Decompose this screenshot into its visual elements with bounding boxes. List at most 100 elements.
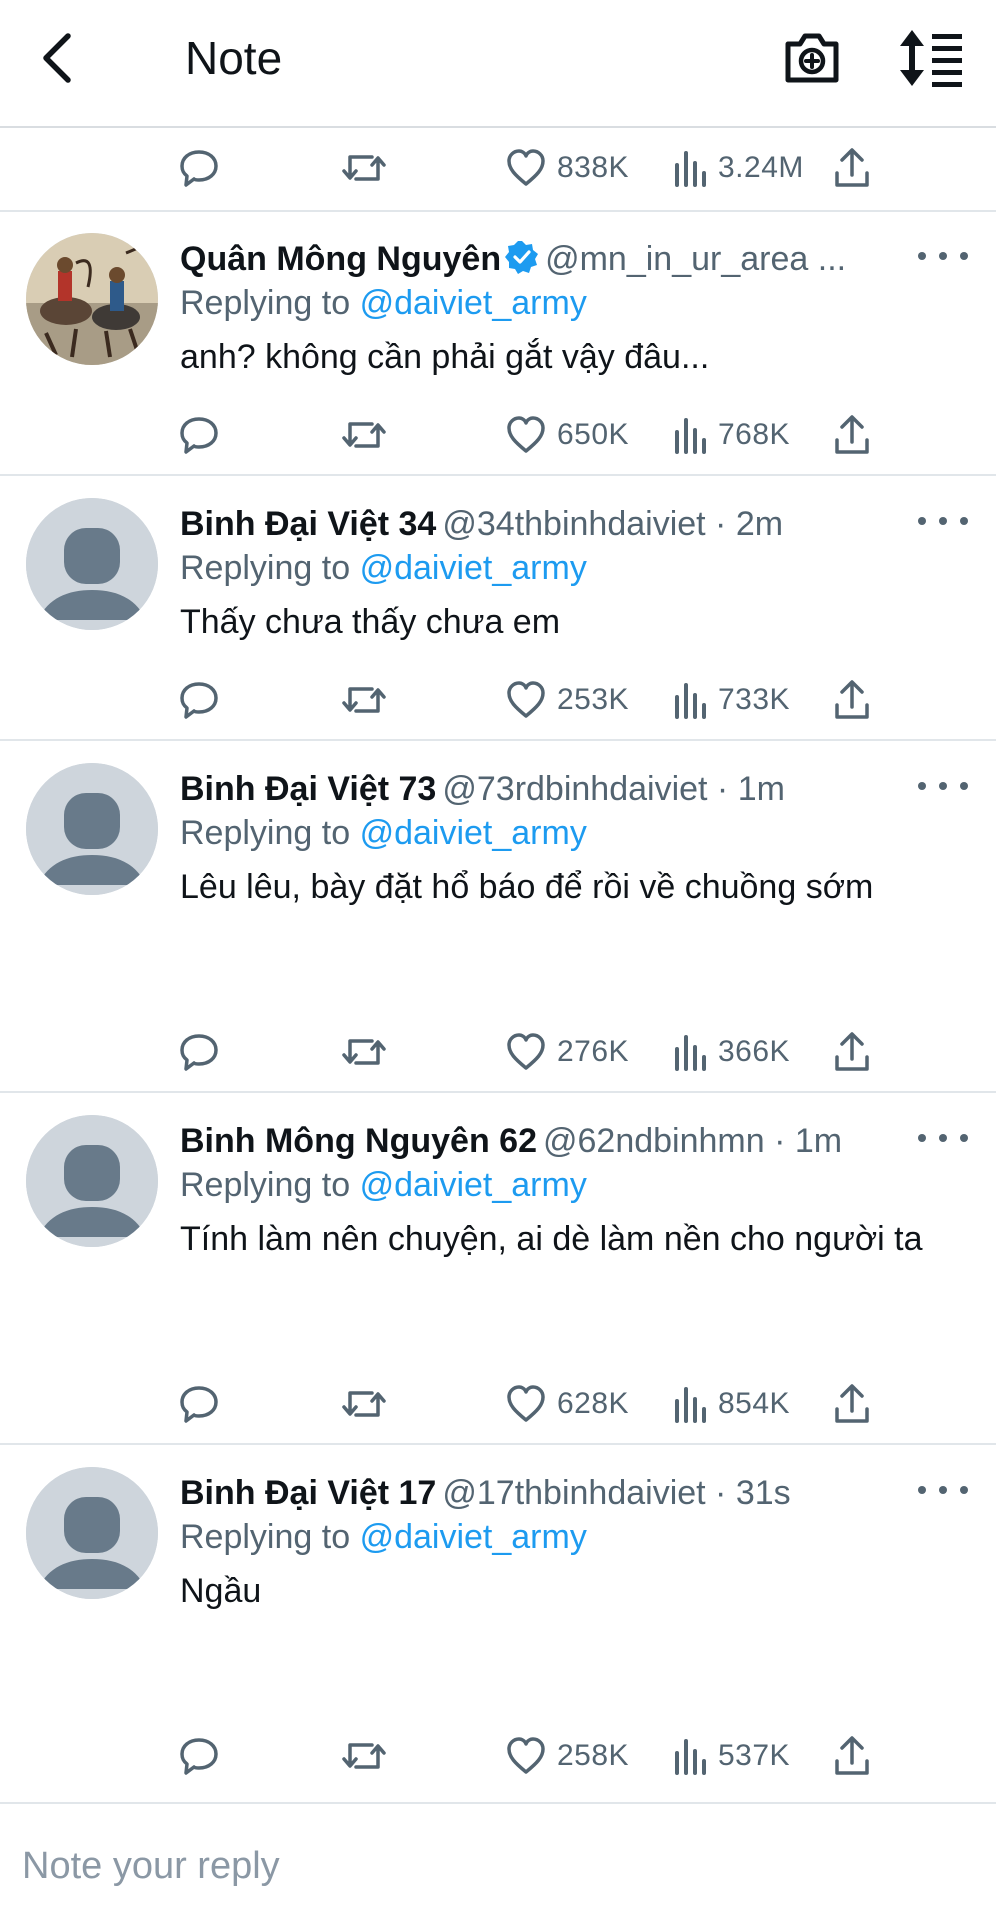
- reply-button[interactable]: [178, 133, 220, 203]
- avatar[interactable]: [26, 763, 158, 895]
- divider: [0, 1091, 996, 1093]
- replying-label: Replying to: [180, 814, 351, 852]
- retweet-button[interactable]: [340, 1721, 388, 1791]
- battle-painting-avatar: [26, 233, 158, 365]
- share-button[interactable]: [832, 133, 872, 203]
- display-name[interactable]: Binh Đại Việt 73: [180, 770, 436, 808]
- user-handle: @17thbinhdaiviet · 31s: [442, 1474, 791, 1512]
- avatar[interactable]: [26, 498, 158, 630]
- share-button[interactable]: [832, 1721, 872, 1791]
- retweet-button[interactable]: [340, 665, 388, 735]
- share-icon: [835, 1384, 869, 1423]
- dot-icon: [918, 252, 926, 260]
- display-name[interactable]: Binh Đại Việt 34: [180, 505, 436, 543]
- tweet-text: Tính làm nên chuyện, ai dè làm nền cho n…: [180, 1220, 923, 1258]
- user-handle: @mn_in_ur_area ...: [545, 240, 847, 278]
- avatar[interactable]: [26, 1467, 158, 1599]
- chevron-left-icon: [43, 33, 71, 83]
- retweet-button[interactable]: [340, 1017, 388, 1087]
- reply-button[interactable]: [178, 1721, 220, 1791]
- more-options-button[interactable]: [918, 241, 968, 271]
- more-options-button[interactable]: [918, 771, 968, 801]
- display-name[interactable]: Binh Đại Việt 17: [180, 1474, 436, 1512]
- tweet-text: Thấy chưa thấy chưa em: [180, 603, 561, 641]
- retweet-button[interactable]: [340, 400, 388, 470]
- like-count: 258K: [557, 1739, 630, 1772]
- avatar[interactable]: [26, 233, 158, 365]
- display-name[interactable]: Quân Mông Nguyên: [180, 240, 501, 278]
- replying-to-link[interactable]: @daiviet_army: [360, 549, 587, 587]
- divider: [0, 474, 996, 476]
- tweet[interactable]: Binh Đại Việt 17 @17thbinhdaiviet · 31s R…: [0, 1447, 996, 1791]
- retweet-button[interactable]: [340, 1369, 388, 1439]
- share-button[interactable]: [832, 400, 872, 470]
- like-button[interactable]: 258K: [505, 1721, 629, 1791]
- more-options-button[interactable]: [918, 1123, 968, 1153]
- replying-to-link[interactable]: @daiviet_army: [360, 814, 587, 852]
- tweet[interactable]: Quân Mông Nguyên @mn_in_ur_area ... Reply…: [0, 213, 996, 470]
- reply-input[interactable]: [22, 1836, 962, 1896]
- views-button[interactable]: 733K: [672, 665, 790, 735]
- like-button[interactable]: 628K: [505, 1369, 629, 1439]
- camera-button[interactable]: [780, 26, 844, 90]
- avatar[interactable]: [26, 1115, 158, 1247]
- dot-icon: [939, 517, 947, 525]
- replying-label: Replying to: [180, 284, 351, 322]
- reply-button[interactable]: [178, 400, 220, 470]
- retweet-icon: [342, 1039, 386, 1065]
- share-icon: [835, 1736, 869, 1775]
- view-count: 3.24M: [718, 151, 804, 184]
- view-count: 854K: [718, 1387, 791, 1420]
- reply-icon: [180, 150, 218, 187]
- reply-icon: [180, 1034, 218, 1071]
- like-count: 650K: [557, 418, 630, 451]
- dot-icon: [918, 1486, 926, 1494]
- page-title: Note: [185, 32, 283, 84]
- views-button[interactable]: 366K: [672, 1017, 790, 1087]
- views-button[interactable]: 3.24M: [672, 133, 804, 203]
- reply-button[interactable]: [178, 665, 220, 735]
- like-count: 276K: [557, 1035, 630, 1068]
- more-options-button[interactable]: [918, 506, 968, 536]
- retweet-icon: [342, 687, 386, 713]
- default-avatar-icon: [26, 498, 158, 630]
- dot-icon: [939, 1134, 947, 1142]
- share-button[interactable]: [832, 665, 872, 735]
- reply-button[interactable]: [178, 1369, 220, 1439]
- replying-to: Replying to @daiviet_army: [180, 1513, 587, 1561]
- dot-icon: [960, 517, 968, 525]
- tweet[interactable]: Binh Mông Nguyên 62 @62ndbinhmn · 1m Repl…: [0, 1095, 996, 1439]
- action-bar: 276K 366K: [0, 1017, 996, 1087]
- replying-to-link[interactable]: @daiviet_army: [360, 284, 587, 322]
- display-name[interactable]: Binh Mông Nguyên 62: [180, 1122, 537, 1160]
- share-icon: [835, 415, 869, 454]
- more-options-button[interactable]: [918, 1475, 968, 1505]
- like-button[interactable]: 650K: [505, 400, 629, 470]
- views-button[interactable]: 537K: [672, 1721, 790, 1791]
- tweet-header: Binh Đại Việt 73 @73rdbinhdaiviet · 1m: [180, 765, 906, 813]
- user-handle: @73rdbinhdaiviet · 1m: [442, 770, 785, 808]
- share-button[interactable]: [832, 1017, 872, 1087]
- retweet-button[interactable]: [340, 133, 388, 203]
- views-icon: [675, 1035, 706, 1071]
- sort-button[interactable]: [896, 26, 968, 90]
- replying-to: Replying to @daiviet_army: [180, 809, 587, 857]
- views-icon: [675, 418, 706, 454]
- share-button[interactable]: [832, 1369, 872, 1439]
- tweet-header: Binh Đại Việt 34 @34thbinhdaiviet · 2m: [180, 500, 906, 548]
- heart-icon: [507, 416, 545, 453]
- replying-to-link[interactable]: @daiviet_army: [360, 1518, 587, 1556]
- tweet[interactable]: Binh Đại Việt 34 @34thbinhdaiviet · 2m Re…: [0, 478, 996, 735]
- replying-label: Replying to: [180, 1518, 351, 1556]
- views-button[interactable]: 768K: [672, 400, 790, 470]
- replying-to-link[interactable]: @daiviet_army: [360, 1166, 587, 1204]
- tweet[interactable]: Binh Đại Việt 73 @73rdbinhdaiviet · 1m Re…: [0, 743, 996, 1087]
- heart-icon: [507, 1737, 545, 1774]
- views-button[interactable]: 854K: [672, 1369, 790, 1439]
- dot-icon: [960, 1134, 968, 1142]
- reply-button[interactable]: [178, 1017, 220, 1087]
- like-button[interactable]: 253K: [505, 665, 629, 735]
- like-button[interactable]: 838K: [505, 133, 629, 203]
- back-button[interactable]: [32, 28, 82, 88]
- like-button[interactable]: 276K: [505, 1017, 629, 1087]
